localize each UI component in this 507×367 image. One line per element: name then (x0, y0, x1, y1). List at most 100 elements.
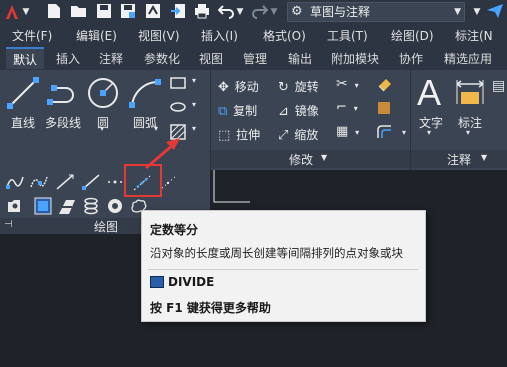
tab-collaborate[interactable]: 协作 (392, 49, 430, 68)
modify-panel-footer[interactable]: 修改 ▼ (211, 150, 410, 168)
menu-dimension[interactable]: 标注(N (455, 27, 493, 44)
chevron-down-icon[interactable]: ▾ (402, 128, 406, 137)
tab-default[interactable]: 默认 (6, 47, 45, 69)
menu-tools[interactable]: 工具(T) (327, 27, 368, 44)
customize-dropdown-icon[interactable]: ▼ (472, 3, 482, 21)
app-menu-dropdown-icon[interactable]: ▼ (21, 3, 31, 21)
region-icon[interactable] (6, 198, 22, 214)
explode-button[interactable] (376, 100, 398, 118)
spline-fit-icon[interactable] (6, 174, 24, 190)
redo-dropdown-icon[interactable]: ▼ (269, 3, 279, 21)
menu-draw[interactable]: 绘图(D) (391, 27, 434, 44)
mirror-button[interactable]: ⊿ 镜像 (278, 102, 319, 119)
gear-icon: ⚙ (291, 4, 303, 19)
stretch-icon: ⬚ (218, 128, 231, 143)
tooltip-divider (148, 269, 419, 270)
quick-access-toolbar: ▼ ▼ ▼ ⚙ 草图与注释 ▼ ▼ (0, 0, 507, 24)
construction-line-icon[interactable] (56, 174, 74, 190)
tooltip-command: DIVIDE (168, 275, 215, 289)
menu-bar: 文件(F) 编辑(E) 视图(V) 插入(I) 格式(O) 工具(T) 绘图(D… (0, 24, 507, 46)
undo-dropdown-icon[interactable]: ▼ (235, 3, 245, 21)
multiple-points-icon[interactable] (106, 174, 124, 190)
fillet-button[interactable]: ⌐ ▾ (336, 100, 358, 115)
print-icon[interactable] (194, 3, 210, 21)
tab-output[interactable]: 输出 (281, 49, 319, 68)
menu-format[interactable]: 格式(O) (263, 27, 306, 44)
menu-file[interactable]: 文件(F) (12, 27, 52, 44)
polyline-button[interactable]: 多段线 (44, 74, 82, 130)
boundary-icon[interactable] (58, 197, 76, 215)
workspace-selector[interactable]: ⚙ 草图与注释 ▼ (287, 2, 465, 22)
scissors-icon: ✂ (336, 76, 348, 92)
chevron-down-icon: ▾ (466, 128, 471, 137)
move-button[interactable]: ✥ 移动 (218, 78, 259, 95)
annotation-more-icon[interactable]: ▤ (492, 78, 507, 138)
circle-button[interactable]: 圆 ▾ (84, 74, 122, 133)
new-file-icon[interactable] (46, 3, 62, 21)
ray-icon[interactable] (82, 174, 100, 190)
tab-annotate[interactable]: 注释 (92, 49, 130, 68)
tab-view[interactable]: 视图 (192, 49, 230, 68)
line-button[interactable]: 直线 (4, 74, 42, 130)
tab-insert[interactable]: 插入 (49, 49, 87, 68)
circle-icon (88, 78, 118, 108)
ellipse-button[interactable]: ▾ (170, 100, 206, 118)
erase-button[interactable] (376, 76, 398, 94)
chevron-down-icon: ▾ (427, 128, 432, 137)
app-menu-icon[interactable] (4, 3, 20, 21)
helix-icon[interactable] (82, 197, 100, 215)
menu-view[interactable]: 视图(V) (138, 27, 180, 44)
gradient-icon[interactable] (34, 197, 52, 215)
open-folder-icon[interactable] (70, 3, 88, 21)
save-icon[interactable] (96, 3, 112, 21)
spline-cv-icon[interactable] (30, 174, 48, 190)
rotate-button[interactable]: ↻ 旋转 (278, 78, 319, 95)
rectangle-button[interactable]: ▾ (170, 76, 206, 94)
array-button[interactable]: ▦ ▾ (336, 124, 359, 139)
menu-edit[interactable]: 编辑(E) (76, 27, 117, 44)
redo-icon[interactable] (252, 3, 269, 21)
explode-icon (378, 102, 390, 114)
tab-manage[interactable]: 管理 (236, 49, 274, 68)
tab-featured-apps[interactable]: 精选应用 (437, 49, 499, 68)
polyline-label: 多段线 (44, 116, 81, 130)
copy-label: 复制 (233, 104, 258, 118)
web-mobile-icon[interactable] (145, 3, 161, 21)
save-as-icon[interactable] (120, 3, 136, 21)
undo-icon[interactable] (217, 3, 234, 21)
stretch-button[interactable]: ⬚ 拉伸 (218, 126, 260, 143)
donut-icon[interactable] (106, 197, 124, 215)
dimension-button[interactable]: 标注 ▾ (451, 74, 489, 137)
circle-dropdown-icon: ▾ (100, 124, 105, 133)
ribbon-tab-bar: 默认 插入 注释 参数化 视图 管理 输出 附加模块 协作 精选应用 (0, 46, 507, 70)
move-label: 移动 (234, 80, 259, 94)
command-icon (150, 276, 164, 288)
tooltip-help: 按 F1 键获得更多帮助 (150, 301, 271, 315)
tooltip-title: 定数等分 (150, 223, 199, 237)
dimension-icon (456, 80, 484, 104)
tab-addins[interactable]: 附加模块 (324, 49, 386, 68)
scale-button[interactable]: ⤢ 缩放 (278, 126, 318, 143)
chevron-down-icon: ▼ (481, 153, 488, 162)
chevron-down-icon: ▼ (454, 7, 461, 17)
modify-panel-title: 修改 (289, 153, 314, 167)
text-a-icon: A (417, 72, 442, 113)
tooltip-description: 沿对象的长度或周长创建等间隔排列的点对象或块 (150, 246, 403, 260)
trim-button[interactable]: ✂ ▾ (336, 76, 359, 92)
polyline-icon (47, 85, 74, 105)
text-button[interactable]: A 文字 ▾ (413, 72, 449, 137)
fillet-icon: ⌐ (336, 100, 347, 115)
import-icon[interactable] (170, 3, 186, 21)
arc-label: 圆弧 (132, 116, 157, 130)
share-icon[interactable] (486, 3, 504, 21)
menu-insert[interactable]: 插入(I) (201, 27, 238, 44)
copy-icon: ⧉ (218, 104, 228, 119)
offset-button[interactable] (376, 124, 398, 142)
copy-button[interactable]: ⧉ 复制 (218, 102, 257, 119)
annotation-panel-footer[interactable]: 注释 ▼ (411, 150, 507, 168)
pin-icon[interactable]: ⊣ (4, 219, 13, 230)
line-label: 直线 (10, 116, 35, 130)
arc-button[interactable]: 圆弧 ▾ (126, 74, 164, 133)
measure-icon[interactable] (160, 174, 178, 190)
tab-parametric[interactable]: 参数化 (137, 49, 187, 68)
